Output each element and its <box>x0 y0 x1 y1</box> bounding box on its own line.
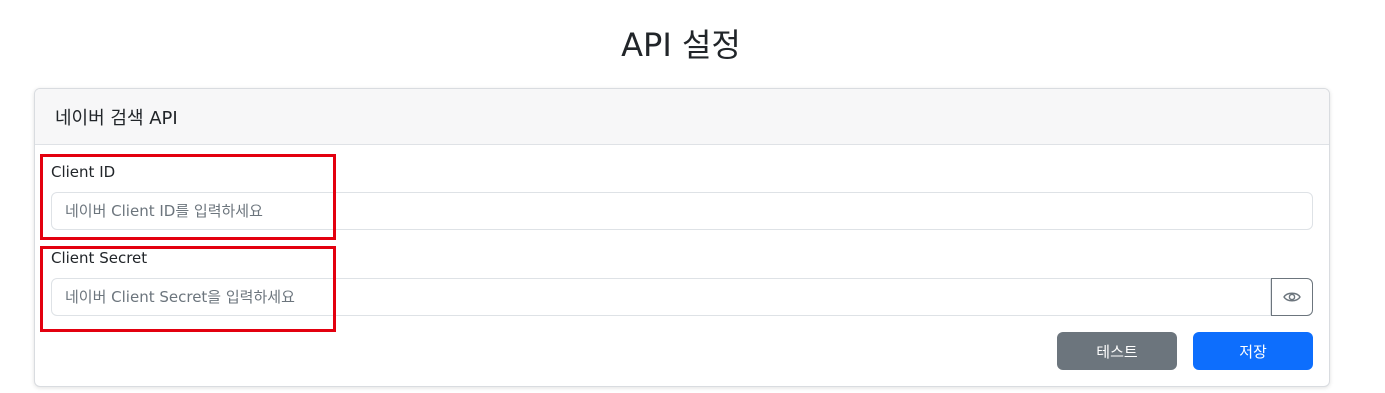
page-title: API 설정 <box>621 26 741 64</box>
client-id-label: Client ID <box>51 163 116 181</box>
test-button[interactable]: 테스트 <box>1057 332 1177 370</box>
client-secret-label: Client Secret <box>51 249 148 267</box>
card-header: 네이버 검색 API <box>35 89 1329 145</box>
client-id-input[interactable] <box>51 192 1313 230</box>
client-secret-input[interactable] <box>51 278 1271 316</box>
eye-icon <box>1283 290 1301 304</box>
toggle-secret-visibility-button[interactable] <box>1271 278 1313 316</box>
save-button[interactable]: 저장 <box>1193 332 1313 370</box>
